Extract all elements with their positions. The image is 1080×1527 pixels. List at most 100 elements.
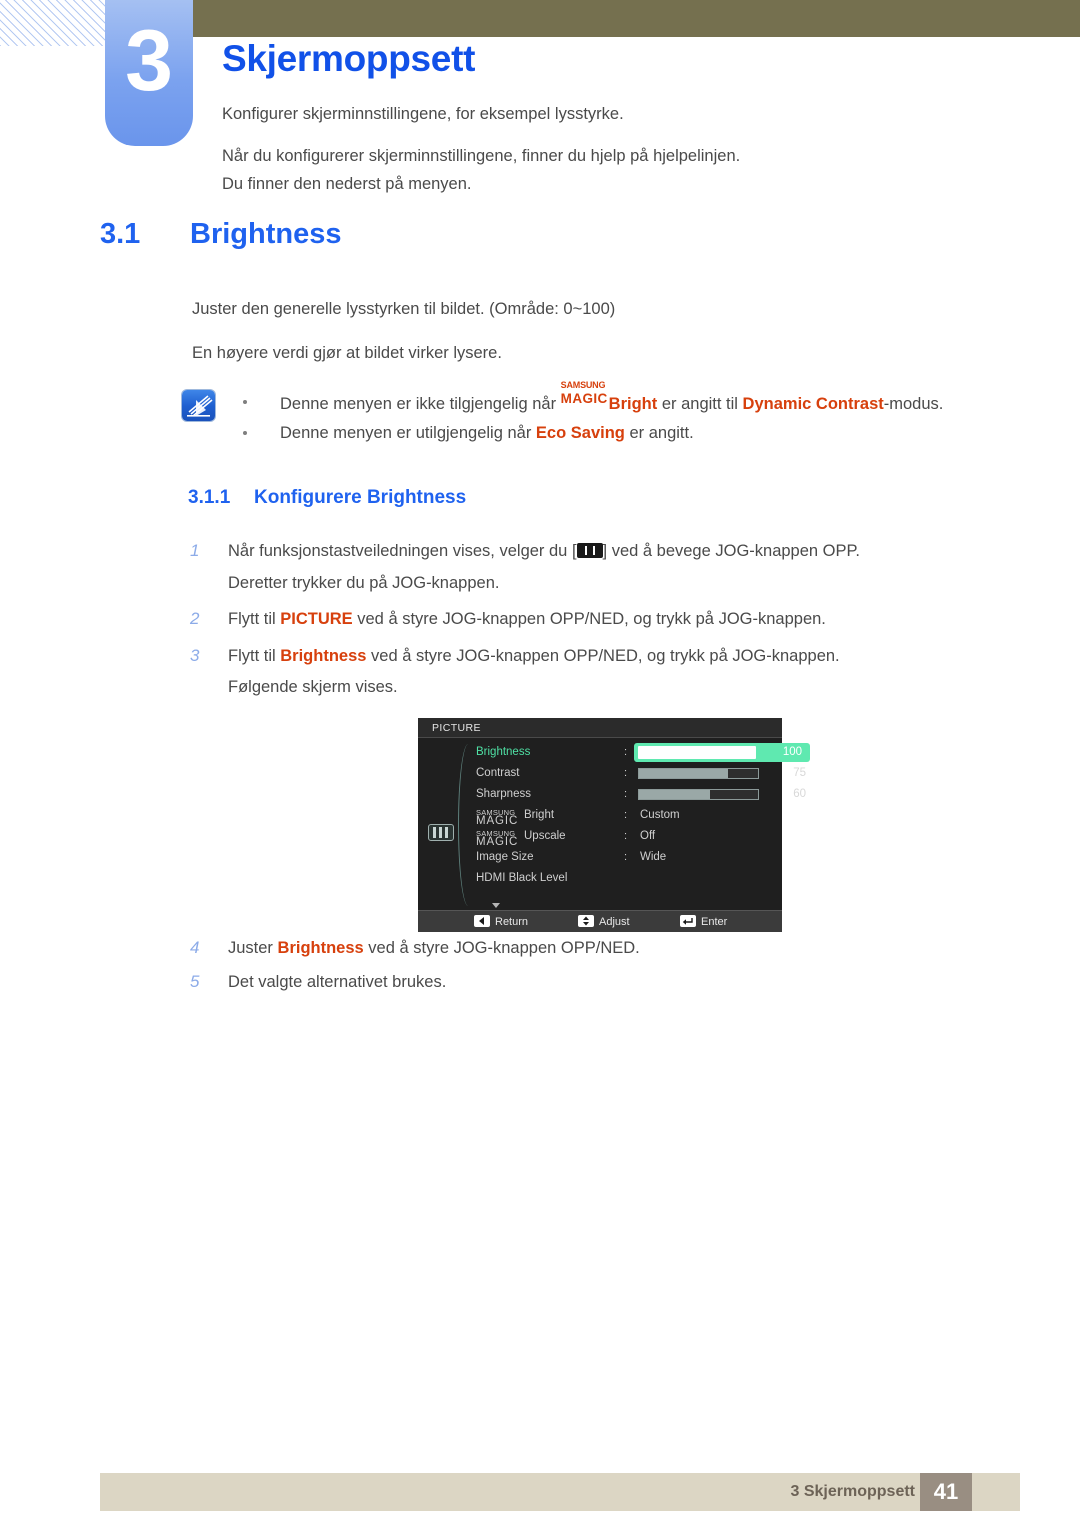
step-4: 4 Juster Brightness ved å styre JOG-knapp… bbox=[190, 938, 640, 958]
osd-magic-upscale-rest: Upscale bbox=[524, 830, 566, 842]
osd-footer-adjust[interactable]: Adjust bbox=[578, 915, 630, 928]
osd-row-brightness-colon: : bbox=[624, 746, 628, 758]
samsung-magic-top: SAMSUNG bbox=[560, 380, 606, 390]
step-1-number: 1 bbox=[190, 541, 200, 560]
step-2-post: ved å styre JOG-knappen OPP/NED, og tryk… bbox=[352, 610, 826, 628]
step-1: 1 Når funksjonstastveiledningen vises, ve… bbox=[190, 541, 860, 561]
step-3: 3 Flytt til Brightness ved å styre JOG-kn… bbox=[190, 646, 840, 666]
osd-row-magic-bright[interactable]: SAMSUNG MAGIC Bright : Custom bbox=[476, 805, 782, 827]
chapter-number-badge: 3 bbox=[105, 0, 193, 146]
step-3-keyword: Brightness bbox=[280, 647, 367, 665]
osd-footer-enter-label: Enter bbox=[701, 916, 728, 928]
chapter-title: Skjermoppsett bbox=[222, 38, 476, 79]
step-3-pre: Flytt til bbox=[228, 647, 281, 665]
enter-key-icon bbox=[680, 915, 696, 927]
picture-category-icon bbox=[428, 824, 454, 841]
osd-footer-enter[interactable]: Enter bbox=[680, 915, 727, 928]
note-item-1-mid: er angitt til bbox=[657, 395, 743, 413]
header-olive-bar bbox=[193, 0, 1080, 37]
osd-footer-bar: Return Adjust Enter bbox=[418, 910, 782, 932]
step-2-keyword: PICTURE bbox=[280, 610, 353, 628]
section-heading: 3.1 Brightness bbox=[100, 218, 341, 251]
step-1-post: ] ved å bevege JOG-knappen OPP. bbox=[602, 542, 860, 560]
osd-row-brightness-value: 100 bbox=[782, 746, 802, 758]
samsung-magic-logo: SAMSUNG MAGIC bbox=[560, 380, 609, 409]
note-item-2-pre: Denne menyen er utilgjengelig når bbox=[280, 424, 536, 442]
osd-row-magic-upscale[interactable]: SAMSUNG MAGIC Upscale : Off bbox=[476, 826, 782, 848]
osd-row-brightness-fill bbox=[638, 746, 756, 759]
osd-row-brightness-label: Brightness bbox=[476, 746, 531, 758]
intro-line-3: Du finner den nederst på menyen. bbox=[222, 175, 472, 193]
osd-row-image-size-label: Image Size bbox=[476, 851, 534, 863]
osd-row-image-size-colon: : bbox=[624, 851, 628, 863]
section-title: Brightness bbox=[190, 218, 342, 250]
subsection-title: Konfigurere Brightness bbox=[254, 487, 467, 508]
osd-menu-screenshot: PICTURE Brightness : 100 Contrast : 75 S… bbox=[418, 718, 810, 932]
osd-rows: Brightness : 100 Contrast : 75 Sharpness bbox=[476, 742, 810, 889]
bullet-icon bbox=[243, 400, 247, 404]
osd-row-brightness-slider[interactable]: 100 bbox=[634, 743, 810, 762]
step-4-number: 4 bbox=[190, 938, 200, 957]
chapter-number: 3 bbox=[125, 13, 173, 109]
osd-row-sharpness-slider[interactable] bbox=[638, 789, 759, 800]
osd-row-image-size-value: Wide bbox=[640, 851, 667, 863]
intro-line-1: Konfigurer skjerminnstillingene, for eks… bbox=[222, 105, 624, 123]
osd-row-contrast-colon: : bbox=[624, 767, 628, 779]
subsection-heading: 3.1.1 Konfigurere Brightness bbox=[188, 487, 466, 509]
osd-row-contrast[interactable]: Contrast : 75 bbox=[476, 763, 806, 784]
osd-row-sharpness[interactable]: Sharpness : 60 bbox=[476, 784, 806, 805]
page-footer-bar: 3 Skjermoppsett 41 bbox=[100, 1473, 1020, 1511]
bullet-icon bbox=[243, 431, 247, 435]
step-2: 2 Flytt til PICTURE ved å styre JOG-knapp… bbox=[190, 609, 826, 629]
intro-line-2: Når du konfigurerer skjerminnstillingene… bbox=[222, 147, 741, 165]
step-5-number: 5 bbox=[190, 972, 200, 991]
note-icon bbox=[182, 390, 215, 421]
section-paragraph-1: Juster den generelle lysstyrken til bild… bbox=[192, 300, 616, 318]
note-item-2-eco-saving: Eco Saving bbox=[535, 424, 625, 442]
osd-row-sharpness-fill bbox=[639, 790, 711, 799]
step-1-continuation: Deretter trykker du på JOG-knappen. bbox=[228, 574, 500, 592]
osd-title-text: PICTURE bbox=[432, 722, 481, 734]
osd-row-contrast-fill bbox=[639, 769, 729, 778]
scroll-down-arrow-icon[interactable] bbox=[492, 903, 500, 908]
step-4-pre: Juster bbox=[228, 939, 278, 957]
step-3-continuation: Følgende skjerm vises. bbox=[228, 678, 398, 696]
step-3-number: 3 bbox=[190, 646, 200, 665]
note-item-1-dynamic-contrast: Dynamic Contrast bbox=[742, 395, 884, 413]
osd-body: Brightness : 100 Contrast : 75 Sharpness bbox=[418, 738, 810, 910]
osd-row-brightness[interactable]: Brightness : 100 bbox=[476, 742, 810, 763]
osd-row-contrast-slider[interactable] bbox=[638, 768, 759, 779]
decorative-hatch-pattern bbox=[0, 0, 108, 46]
osd-footer-adjust-label: Adjust bbox=[599, 916, 630, 928]
osd-row-hdmi-black-level[interactable]: HDMI Black Level bbox=[476, 868, 782, 889]
osd-row-magic-bright-colon: : bbox=[624, 809, 628, 821]
osd-row-contrast-label: Contrast bbox=[476, 767, 520, 779]
step-1-pre: Når funksjonstastveiledningen vises, vel… bbox=[228, 542, 577, 560]
osd-row-hdmi-black-level-label: HDMI Black Level bbox=[476, 872, 568, 884]
osd-row-magic-upscale-value: Off bbox=[640, 830, 656, 842]
note-item-1-bright: Bright bbox=[608, 395, 658, 413]
samsung-magic-bottom: MAGIC bbox=[560, 391, 608, 406]
section-paragraph-2: En høyere verdi gjør at bildet virker ly… bbox=[192, 344, 502, 362]
note-item-2-post: er angitt. bbox=[624, 424, 694, 442]
step-4-keyword: Brightness bbox=[277, 939, 364, 957]
step-5: 5 Det valgte alternativet brukes. bbox=[190, 972, 446, 992]
picture-menu-icon bbox=[576, 543, 603, 558]
osd-row-magic-bright-value: Custom bbox=[640, 809, 680, 821]
osd-footer-return[interactable]: Return bbox=[474, 915, 528, 928]
osd-decorative-curve bbox=[458, 744, 475, 906]
osd-row-magic-upscale-colon: : bbox=[624, 830, 628, 842]
osd-row-image-size[interactable]: Image Size : Wide bbox=[476, 847, 782, 868]
note-item-1-post: -modus. bbox=[883, 395, 944, 413]
osd-row-contrast-value: 75 bbox=[793, 767, 806, 779]
osd-magic-bright-rest: Bright bbox=[524, 809, 555, 821]
osd-row-sharpness-value: 60 bbox=[793, 788, 806, 800]
osd-row-sharpness-colon: : bbox=[624, 788, 628, 800]
note-item-1-pre: Denne menyen er ikke tilgjengelig når bbox=[280, 395, 561, 413]
step-3-post: ved å styre JOG-knappen OPP/NED, og tryk… bbox=[366, 647, 840, 665]
step-2-pre: Flytt til bbox=[228, 610, 281, 628]
page-number: 41 bbox=[920, 1473, 972, 1511]
step-5-text: Det valgte alternativet brukes. bbox=[228, 973, 447, 991]
section-number: 3.1 bbox=[100, 218, 141, 250]
osd-footer-return-label: Return bbox=[495, 916, 529, 928]
